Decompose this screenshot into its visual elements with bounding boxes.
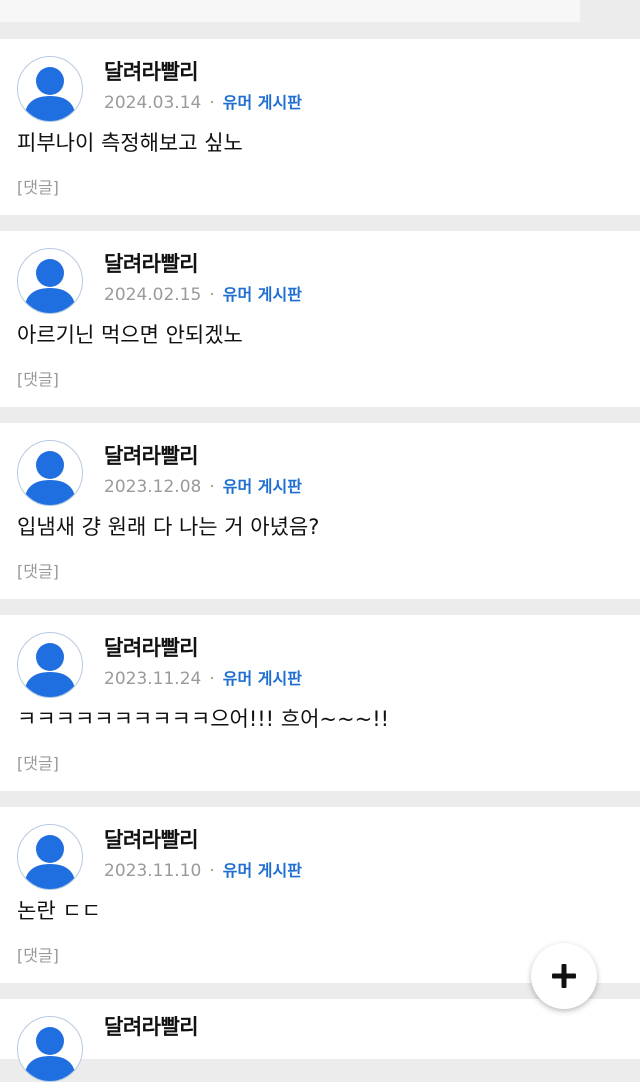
author-name[interactable]: 달려라빨리 xyxy=(104,248,199,278)
author-name[interactable]: 달려라빨리 xyxy=(104,440,199,470)
post-card[interactable]: 달려라빨리 2024.02.15 · 유머 게시판 아르기닌 먹으면 안되겠노 [댓… xyxy=(0,231,640,407)
reply-link[interactable]: [댓글] xyxy=(17,366,59,390)
post-meta: 2024.02.15 · 유머 게시판 xyxy=(104,281,302,305)
user-silhouette-icon xyxy=(24,835,76,889)
post-content[interactable]: 피부나이 측정해보고 싶노 xyxy=(17,127,243,157)
reply-link[interactable]: [댓글] xyxy=(17,174,59,198)
previous-card-edge xyxy=(0,0,640,24)
meta-separator: · xyxy=(209,861,215,881)
avatar[interactable] xyxy=(17,56,83,122)
post-content[interactable]: 아르기닌 먹으면 안되겠노 xyxy=(17,319,243,349)
avatar[interactable] xyxy=(17,824,83,890)
user-silhouette-icon xyxy=(24,643,76,697)
post-card[interactable]: 달려라빨리 2023.11.24 · 유머 게시판 ㅋㅋㅋㅋㅋㅋㅋㅋㅋㅋ으어!!! … xyxy=(0,615,640,791)
reply-link[interactable]: [댓글] xyxy=(17,558,59,582)
author-name[interactable]: 달려라빨리 xyxy=(104,1011,199,1041)
post-card[interactable]: 달려라빨리 2023.12.08 · 유머 게시판 입냄새 걍 원래 다 나는 거 … xyxy=(0,423,640,599)
avatar[interactable] xyxy=(17,440,83,506)
board-link[interactable]: 유머 게시판 xyxy=(223,861,302,880)
post-date: 2023.11.24 xyxy=(104,669,202,689)
post-meta: 2024.03.14 · 유머 게시판 xyxy=(104,89,302,113)
post-date: 2024.02.15 xyxy=(104,285,202,305)
meta-separator: · xyxy=(209,669,215,689)
author-name[interactable]: 달려라빨리 xyxy=(104,632,199,662)
avatar[interactable] xyxy=(17,632,83,698)
user-silhouette-icon xyxy=(24,451,76,505)
user-silhouette-icon xyxy=(24,67,76,121)
meta-separator: · xyxy=(209,93,215,113)
meta-separator: · xyxy=(209,285,215,305)
post-meta: 2023.12.08 · 유머 게시판 xyxy=(104,473,302,497)
user-silhouette-icon xyxy=(24,259,76,313)
reply-link[interactable]: [댓글] xyxy=(17,750,59,774)
author-name[interactable]: 달려라빨리 xyxy=(104,56,199,86)
board-link[interactable]: 유머 게시판 xyxy=(223,477,302,496)
post-content[interactable]: 입냄새 걍 원래 다 나는 거 아녔음? xyxy=(17,511,319,541)
plus-icon xyxy=(552,964,576,988)
post-content[interactable]: 논란 ㄷㄷ xyxy=(17,895,101,925)
post-content[interactable]: ㅋㅋㅋㅋㅋㅋㅋㅋㅋㅋ으어!!! 흐어~~~!! xyxy=(17,703,389,733)
user-silhouette-icon xyxy=(24,1027,76,1081)
post-feed: 달려라빨리 2024.03.14 · 유머 게시판 피부나이 측정해보고 싶노 [댓… xyxy=(0,39,640,1082)
board-link[interactable]: 유머 게시판 xyxy=(223,669,302,688)
meta-separator: · xyxy=(209,477,215,497)
reply-link[interactable]: [댓글] xyxy=(17,942,59,966)
avatar[interactable] xyxy=(17,1016,83,1082)
post-meta: 2023.11.24 · 유머 게시판 xyxy=(104,665,302,689)
previous-card-stub xyxy=(0,0,580,22)
post-date: 2023.11.10 xyxy=(104,861,202,881)
post-date: 2023.12.08 xyxy=(104,477,202,497)
board-link[interactable]: 유머 게시판 xyxy=(223,93,302,112)
post-card-partial[interactable]: 달려라빨리 xyxy=(0,999,640,1082)
write-post-button[interactable] xyxy=(531,943,597,1009)
post-date: 2024.03.14 xyxy=(104,93,202,113)
post-meta: 2023.11.10 · 유머 게시판 xyxy=(104,857,302,881)
board-link[interactable]: 유머 게시판 xyxy=(223,285,302,304)
author-name[interactable]: 달려라빨리 xyxy=(104,824,199,854)
avatar[interactable] xyxy=(17,248,83,314)
post-card[interactable]: 달려라빨리 2024.03.14 · 유머 게시판 피부나이 측정해보고 싶노 [댓… xyxy=(0,39,640,215)
